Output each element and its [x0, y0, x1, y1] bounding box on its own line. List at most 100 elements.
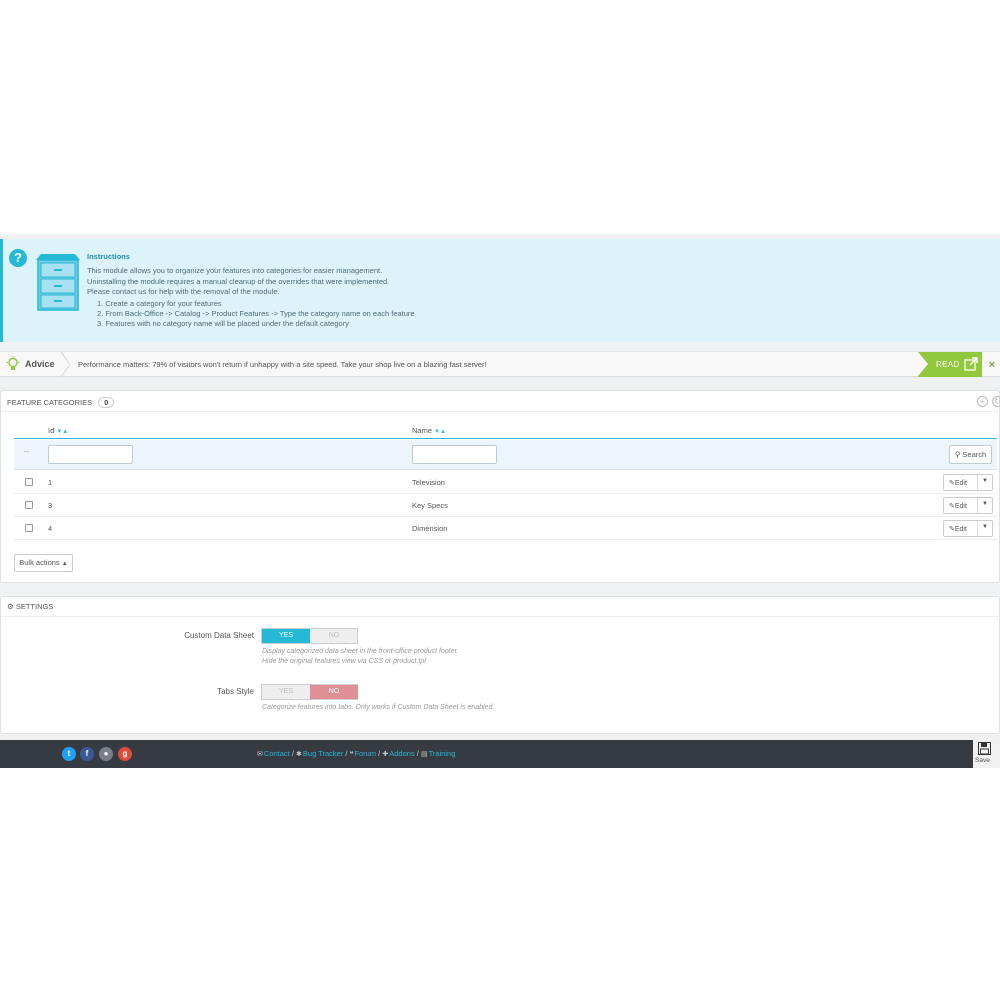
search-icon: ⚲	[954, 450, 961, 459]
save-label: Save	[975, 757, 990, 764]
sort-icon[interactable]: ▼▲	[56, 429, 68, 435]
sort-icon[interactable]: ▼▲	[434, 429, 446, 435]
google-plus-icon[interactable]: g	[118, 747, 132, 761]
caret-down-icon[interactable]: ▼	[982, 478, 988, 484]
divider	[977, 521, 978, 536]
separator: /	[416, 749, 419, 758]
instructions-step: 2. From Back-Office -> Catalog -> Produc…	[97, 309, 415, 319]
edit-label[interactable]: ✎Edit	[949, 525, 967, 533]
panel-title-text: FEATURE CATEGORIES	[7, 398, 93, 407]
row-checkbox[interactable]	[25, 478, 33, 486]
table-row[interactable]: 1 Television ✎Edit ▼	[14, 471, 997, 494]
column-id-label: Id	[48, 426, 55, 435]
table-row[interactable]: 4 Dimension ✎Edit ▼	[14, 517, 997, 540]
separator: /	[291, 749, 294, 758]
contact-link[interactable]: Contact	[264, 749, 290, 758]
refresh-icon[interactable]: ↻	[992, 396, 1000, 407]
footer-links: ✉Contact / ✱Bug Tracker / ❝Forum / ✚Addo…	[257, 749, 455, 758]
tabs-style-switch[interactable]: YES NO	[261, 684, 358, 700]
custom-data-sheet-switch[interactable]: YES NO	[261, 628, 358, 644]
instructions-steps: 1. Create a category for your features 2…	[87, 299, 415, 330]
read-button-notch	[918, 352, 928, 376]
lightbulb-icon	[6, 356, 20, 370]
table-header: Id ▼▲ Name ▼▲	[14, 423, 997, 439]
custom-data-sheet-no[interactable]: NO	[310, 629, 358, 643]
custom-data-sheet-help: Display categorized data sheet in the fr…	[262, 647, 459, 667]
panel-title: FEATURE CATEGORIES 0	[7, 397, 115, 408]
twitter-icon[interactable]: t	[62, 747, 76, 761]
search-button[interactable]: ⚲ Search	[949, 445, 992, 464]
custom-data-sheet-label: Custom Data Sheet	[184, 631, 254, 640]
instructions-panel: ? Instructions This module allows you to…	[0, 239, 1000, 342]
row-name: Key Specs	[412, 501, 448, 510]
row-name: Television	[412, 478, 445, 487]
filter-dash: --	[24, 449, 29, 456]
filter-row: -- ⚲ Search	[14, 440, 997, 470]
tabs-style-no[interactable]: NO	[310, 685, 358, 699]
count-badge: 0	[98, 397, 115, 408]
divider	[1, 616, 1000, 617]
table-row[interactable]: 3 Key Specs ✎Edit ▼	[14, 494, 997, 517]
tabs-style-yes[interactable]: YES	[262, 685, 310, 699]
feature-categories-panel: FEATURE CATEGORIES 0 + ↻ Id ▼▲ Name ▼▲ -…	[0, 390, 1000, 583]
edit-button[interactable]: ✎Edit ▼	[943, 474, 993, 491]
search-label: Search	[962, 450, 987, 459]
divider	[977, 498, 978, 513]
edit-button[interactable]: ✎Edit ▼	[943, 520, 993, 537]
instructions-text: Instructions This module allows you to o…	[87, 252, 415, 330]
advice-text: Performance matters: 79% of visitors won…	[78, 360, 487, 369]
save-button[interactable]: Save	[973, 740, 1000, 768]
facebook-icon[interactable]: f	[80, 747, 94, 761]
row-checkbox[interactable]	[25, 524, 33, 532]
footer: t f ● g ✉Contact / ✱Bug Tracker / ❝Forum…	[0, 740, 1000, 768]
instructions-line: Please contact us for help with the remo…	[87, 287, 280, 297]
separator: /	[378, 749, 381, 758]
edit-label[interactable]: ✎Edit	[949, 502, 967, 510]
instructions-title: Instructions	[87, 252, 130, 261]
caret-down-icon[interactable]: ▼	[982, 501, 988, 507]
bug-tracker-link[interactable]: Bug Tracker	[303, 749, 343, 758]
settings-panel: ⚙ SETTINGS Custom Data Sheet YES NO Disp…	[0, 596, 1000, 734]
row-id: 3	[48, 501, 53, 510]
puzzle-icon: ✚	[382, 751, 389, 758]
read-label[interactable]: READ	[936, 360, 959, 369]
forum-link[interactable]: Forum	[354, 749, 376, 758]
addons-link[interactable]: Addons	[389, 749, 414, 758]
add-icon[interactable]: +	[977, 396, 988, 407]
envelope-icon: ✉	[257, 751, 263, 758]
tabs-style-label: Tabs Style	[217, 687, 254, 696]
floppy-disk-icon	[978, 742, 991, 755]
help-line: Hide the original features view via CSS …	[262, 658, 426, 665]
close-icon[interactable]: ×	[984, 357, 1000, 373]
column-name-label: Name	[412, 426, 433, 435]
divider	[977, 475, 978, 490]
edit-label[interactable]: ✎Edit	[949, 479, 967, 487]
edit-button[interactable]: ✎Edit ▼	[943, 497, 993, 514]
column-name[interactable]: Name ▼▲	[412, 426, 446, 435]
caret-up-icon: ▲	[61, 561, 68, 567]
divider	[1, 411, 1000, 412]
advice-separator	[60, 352, 71, 377]
settings-title: ⚙ SETTINGS	[7, 602, 53, 611]
caret-down-icon[interactable]: ▼	[982, 524, 988, 530]
column-id[interactable]: Id ▼▲	[48, 426, 68, 435]
row-id: 1	[48, 478, 53, 487]
bulk-actions-button[interactable]: Bulk actions ▲	[14, 554, 73, 572]
github-icon[interactable]: ●	[99, 747, 113, 761]
instructions-line: Uninstalling the module requires a manua…	[87, 276, 390, 286]
training-link[interactable]: Training	[429, 749, 456, 758]
filter-name-input[interactable]	[412, 445, 497, 464]
row-checkbox[interactable]	[25, 501, 33, 509]
bug-icon: ✱	[296, 751, 302, 758]
filter-id-input[interactable]	[48, 445, 133, 464]
external-link-icon[interactable]	[964, 357, 978, 371]
bulk-actions-label: Bulk actions	[19, 558, 60, 567]
screenshot-area: ? Instructions This module allows you to…	[0, 234, 1000, 768]
comments-icon: ❝	[349, 751, 354, 758]
custom-data-sheet-yes[interactable]: YES	[262, 629, 310, 643]
tabs-style-help: Categorize features into tabs. Only work…	[262, 704, 495, 711]
advice-label: Advice	[25, 359, 55, 369]
file-cabinet-icon	[36, 254, 80, 311]
separator: /	[345, 749, 348, 758]
instructions-line: This module allows you to organize your …	[87, 266, 383, 276]
